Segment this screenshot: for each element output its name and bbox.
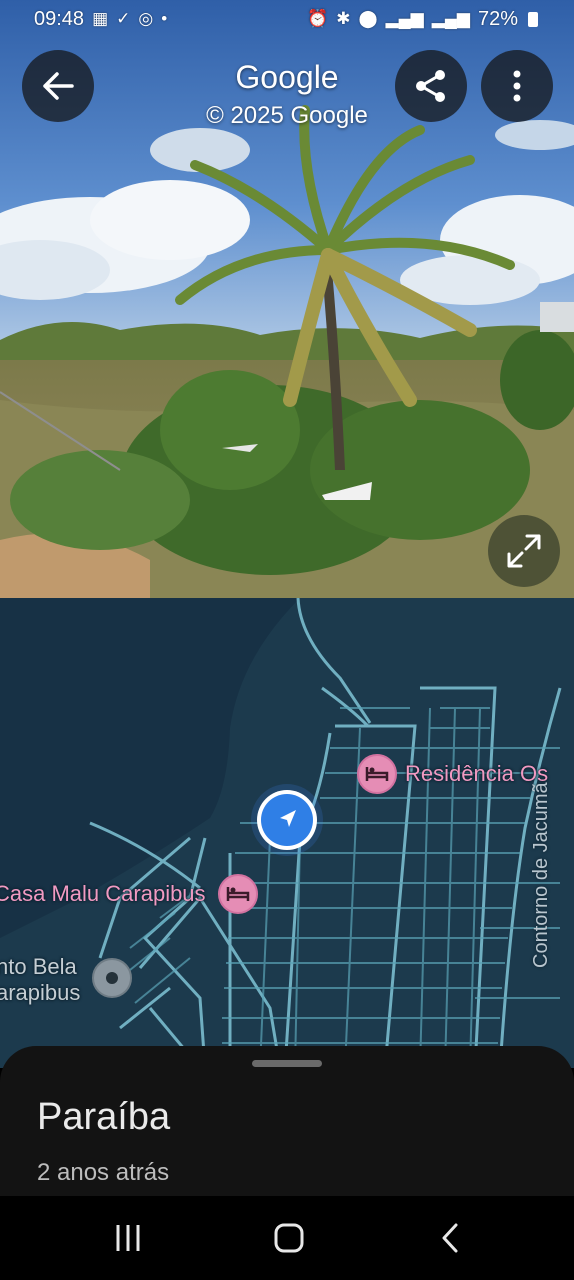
poi-bela-carapibus[interactable]: nto Bela arapibus: [0, 954, 133, 1006]
sheet-drag-handle[interactable]: [252, 1060, 322, 1067]
poi-bela-label-line2: arapibus: [0, 980, 81, 1005]
more-options-button[interactable]: [481, 50, 553, 122]
poi-casa-malu-label: Casa Malu Carapibus: [0, 881, 206, 906]
capture-date: 2 anos atrás: [37, 1159, 170, 1186]
expand-icon: [507, 534, 541, 568]
poi-bela-label-group: nto Bela arapibus: [0, 954, 80, 1006]
recents-button[interactable]: [98, 1216, 158, 1260]
hotel-pin-icon: [217, 874, 258, 914]
bed-icon: [365, 767, 389, 781]
navigation-arrow-icon: [280, 810, 296, 827]
pin-dot-icon: [106, 972, 119, 984]
place-title: Paraíba: [37, 1096, 171, 1138]
poi-casa-malu[interactable]: Casa Malu Carapibus: [0, 874, 258, 914]
check-icon: ✓: [116, 9, 131, 28]
bed-icon: [226, 887, 249, 901]
hotel-pin-icon: [357, 754, 397, 794]
back-icon: [442, 1223, 458, 1253]
current-location-marker[interactable]: [257, 790, 317, 850]
bluetooth-icon: ✱: [336, 9, 351, 28]
poi-residencia[interactable]: Residência Os: [357, 754, 548, 794]
copyright-text: © 2025 Google: [206, 102, 368, 130]
back-button[interactable]: [22, 50, 94, 122]
grid-icon: ▦: [92, 9, 109, 28]
poi-bela-label-line1: nto Bela: [0, 954, 77, 979]
battery-level: 72%: [477, 7, 518, 30]
status-time: 09:48: [34, 7, 85, 30]
home-button[interactable]: [259, 1216, 319, 1260]
page-title: Google: [235, 59, 339, 95]
signal-icon: ▂▄▆: [385, 9, 424, 28]
status-bar: 09:48 ▦ ✓ ◎ • ⏰ ✱ ⬤ ▂▄▆ ▂▄▆ 72%: [0, 0, 574, 38]
location-marker-inner: [261, 794, 313, 846]
battery-icon: [528, 11, 538, 27]
title-block: Google © 2025 Google: [180, 59, 394, 130]
share-button[interactable]: [395, 50, 467, 122]
nav-back-button[interactable]: [420, 1216, 480, 1260]
signal-4g-icon: ▂▄▆: [431, 9, 470, 28]
whatsapp-icon: ◎: [138, 9, 154, 28]
home-icon: [274, 1223, 304, 1253]
street-label-contorno: Contorno de Jacumã: [530, 782, 552, 968]
dot-icon: •: [161, 9, 168, 28]
system-navigation-bar: [0, 1196, 574, 1280]
poi-residencia-label: Residência Os: [405, 761, 549, 786]
expand-button[interactable]: [488, 515, 560, 587]
more-vert-icon: [513, 70, 521, 102]
bottom-sheet[interactable]: Paraíba 2 anos atrás: [0, 1046, 574, 1196]
recents-icon: [116, 1225, 140, 1251]
status-left: 09:48 ▦ ✓ ◎ •: [34, 8, 167, 31]
arrow-left-icon: [43, 72, 74, 100]
place-pin-icon: [92, 958, 133, 998]
location-icon: ⬤: [358, 9, 378, 28]
alarm-icon: ⏰: [307, 9, 329, 28]
status-right: ⏰ ✱ ⬤ ▂▄▆ ▂▄▆ 72%: [307, 8, 538, 31]
share-icon: [416, 70, 445, 102]
